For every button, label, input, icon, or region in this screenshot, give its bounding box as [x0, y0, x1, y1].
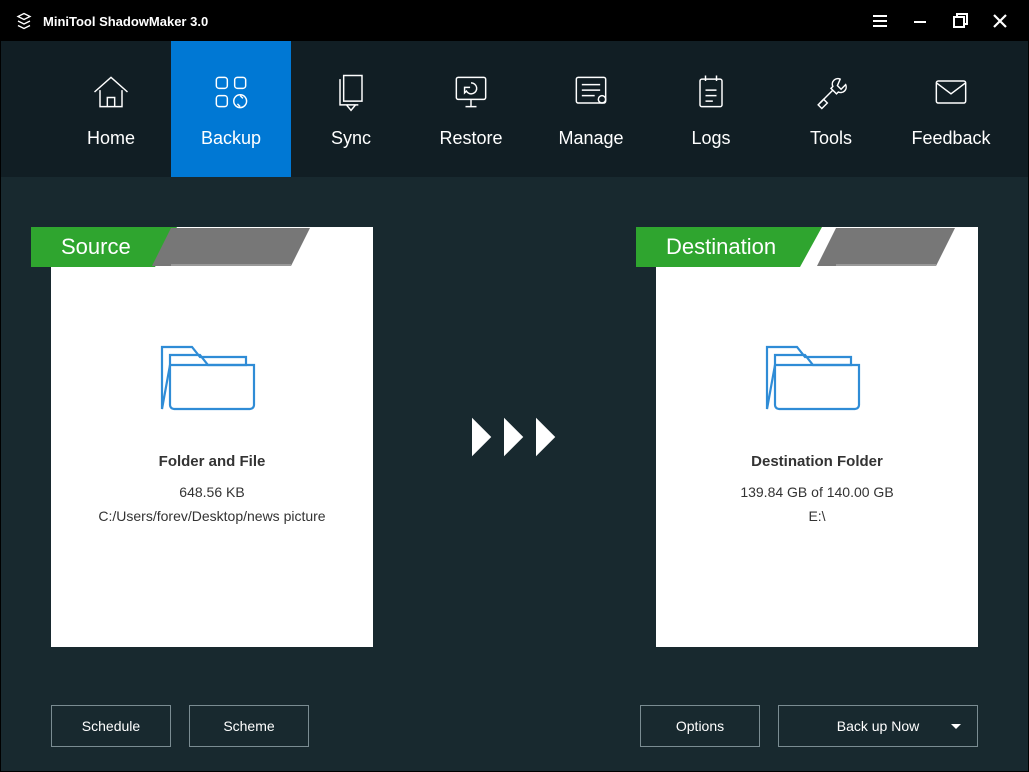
main-nav: Home Backup Sync Restore Manage Logs	[1, 41, 1028, 177]
nav-feedback[interactable]: Feedback	[891, 41, 1011, 177]
nav-label: Home	[87, 128, 135, 149]
home-icon	[89, 70, 133, 114]
source-size: 648.56 KB	[179, 484, 244, 500]
nav-home[interactable]: Home	[51, 41, 171, 177]
source-tab-label: Source	[31, 227, 155, 267]
source-panel[interactable]: Source Folder and File 648.56 KB C:/User…	[51, 227, 373, 647]
tools-icon	[809, 70, 853, 114]
backup-icon	[209, 70, 253, 114]
destination-panel[interactable]: Destination Destination Folder 139.84 GB…	[656, 227, 978, 647]
inactive-tab	[836, 228, 936, 266]
nav-label: Manage	[558, 128, 623, 149]
nav-tools[interactable]: Tools	[771, 41, 891, 177]
titlebar: MiniTool ShadowMaker 3.0	[1, 1, 1028, 41]
folder-icon	[757, 327, 877, 419]
app-window: MiniTool ShadowMaker 3.0 Home	[0, 0, 1029, 772]
folder-icon	[152, 327, 272, 419]
source-path: C:/Users/forev/Desktop/news picture	[98, 508, 325, 524]
nav-label: Logs	[691, 128, 730, 149]
scheme-button[interactable]: Scheme	[189, 705, 309, 747]
destination-title: Destination Folder	[751, 453, 883, 470]
nav-sync[interactable]: Sync	[291, 41, 411, 177]
app-logo-icon	[15, 12, 33, 30]
nav-label: Sync	[331, 128, 371, 149]
chevron-down-icon	[951, 724, 961, 729]
options-button[interactable]: Options	[640, 705, 760, 747]
schedule-button[interactable]: Schedule	[51, 705, 171, 747]
backup-now-button[interactable]: Back up Now	[778, 705, 978, 747]
minimize-button[interactable]	[900, 1, 940, 41]
nav-manage[interactable]: Manage	[531, 41, 651, 177]
logs-icon	[689, 70, 733, 114]
backup-now-label: Back up Now	[837, 718, 919, 734]
menu-icon[interactable]	[860, 1, 900, 41]
arrow-icon	[469, 415, 561, 459]
manage-icon	[569, 70, 613, 114]
nav-label: Feedback	[911, 128, 990, 149]
nav-restore[interactable]: Restore	[411, 41, 531, 177]
footer-buttons: Schedule Scheme Options Back up Now	[51, 661, 978, 747]
maximize-button[interactable]	[940, 1, 980, 41]
nav-backup[interactable]: Backup	[171, 41, 291, 177]
nav-label: Restore	[439, 128, 502, 149]
source-title: Folder and File	[159, 453, 266, 470]
content-area: Source Folder and File 648.56 KB C:/User…	[1, 177, 1028, 771]
nav-label: Backup	[201, 128, 261, 149]
close-button[interactable]	[980, 1, 1020, 41]
sync-icon	[329, 70, 373, 114]
app-title: MiniTool ShadowMaker 3.0	[43, 14, 860, 29]
destination-tab-label: Destination	[636, 227, 800, 267]
restore-icon	[449, 70, 493, 114]
nav-label: Tools	[810, 128, 852, 149]
destination-path: E:\	[808, 508, 825, 524]
feedback-icon	[929, 70, 973, 114]
destination-size: 139.84 GB of 140.00 GB	[740, 484, 893, 500]
nav-logs[interactable]: Logs	[651, 41, 771, 177]
inactive-tab	[171, 228, 291, 266]
